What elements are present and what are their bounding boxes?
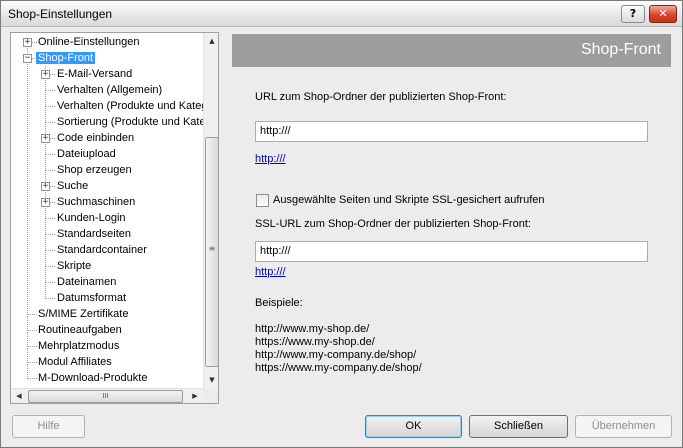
- tree-line: [45, 298, 55, 299]
- tree-item-skripte[interactable]: Skripte: [55, 258, 93, 274]
- expand-icon[interactable]: +: [41, 70, 50, 79]
- tree-line: [45, 154, 55, 155]
- tree-line: [45, 250, 55, 251]
- tree-item-standardseiten[interactable]: Standardseiten: [55, 226, 133, 242]
- title-bar: Shop-Einstellungen ? ✕: [1, 1, 682, 27]
- tree-item-smime-zertifikate[interactable]: S/MIME Zertifikate: [36, 306, 130, 322]
- close-title-button[interactable]: ✕: [649, 5, 677, 23]
- grip-icon: III: [102, 392, 109, 400]
- tree-item-email-versand[interactable]: E-Mail-Versand: [55, 66, 134, 82]
- tree-item-online-einstellungen[interactable]: Online-Einstellungen: [36, 34, 142, 50]
- tree-item-modul-affiliates[interactable]: Modul Affiliates: [36, 354, 114, 370]
- ssl-url-link[interactable]: http:///: [255, 266, 286, 278]
- tree-item-standardcontainer[interactable]: Standardcontainer: [55, 242, 149, 258]
- tree-item-suchmaschinen[interactable]: Suchmaschinen: [55, 194, 137, 210]
- scroll-thumb[interactable]: ≡: [205, 137, 218, 367]
- tree-content: + − + + + + Online-Einstellungen Shop-Fr…: [11, 33, 203, 388]
- tree-line: [45, 282, 55, 283]
- scroll-right-icon[interactable]: ▶: [187, 389, 203, 403]
- tree-horizontal-scrollbar[interactable]: ◀ III ▶: [11, 388, 203, 403]
- close-icon: ✕: [658, 7, 668, 20]
- tree-item-suche[interactable]: Suche: [55, 178, 90, 194]
- url-input[interactable]: http:///: [255, 121, 648, 142]
- window-title: Shop-Einstellungen: [8, 7, 113, 21]
- scroll-up-icon[interactable]: ▲: [204, 33, 218, 49]
- settings-tree[interactable]: + − + + + + Online-Einstellungen Shop-Fr…: [10, 32, 219, 404]
- dialog-window: Shop-Einstellungen ? ✕ + − + + + + Onlin…: [0, 0, 683, 448]
- expand-icon[interactable]: +: [41, 134, 50, 143]
- example-item: https://www.my-company.de/shop/: [255, 362, 422, 374]
- help-button[interactable]: Hilfe: [12, 415, 85, 438]
- ssl-checkbox[interactable]: [256, 194, 269, 207]
- scroll-down-icon[interactable]: ▼: [204, 372, 218, 388]
- url-link[interactable]: http:///: [255, 153, 286, 165]
- expand-icon[interactable]: +: [41, 182, 50, 191]
- examples-label: Beispiele:: [255, 297, 303, 309]
- grip-icon: ≡: [208, 244, 216, 253]
- tree-item-kunden-login[interactable]: Kunden-Login: [55, 210, 128, 226]
- collapse-icon[interactable]: −: [23, 54, 32, 63]
- example-item: https://www.my-shop.de/: [255, 336, 375, 348]
- tree-item-routineaufgaben[interactable]: Routineaufgaben: [36, 322, 124, 338]
- hscroll-thumb[interactable]: III: [28, 390, 183, 403]
- tree-item-shop-front[interactable]: Shop-Front: [36, 50, 96, 66]
- tree-item-verhalten-produkte[interactable]: Verhalten (Produkte und Kateg: [55, 98, 203, 114]
- tree-line: [45, 234, 55, 235]
- tree-item-dateiupload[interactable]: Dateiupload: [55, 146, 118, 162]
- tree-item-shop-erzeugen[interactable]: Shop erzeugen: [55, 162, 134, 178]
- panel-title: Shop-Front: [580, 41, 661, 58]
- tree-item-code-einbinden[interactable]: Code einbinden: [55, 130, 136, 146]
- tree-line: [45, 170, 55, 171]
- tree-line: [45, 122, 55, 123]
- close-button[interactable]: Schließen: [469, 415, 568, 438]
- url-label: URL zum Shop-Ordner der publizierten Sho…: [255, 91, 507, 103]
- ssl-url-input[interactable]: http:///: [255, 241, 648, 262]
- tree-vertical-scrollbar[interactable]: ▲ ≡ ▼: [203, 33, 218, 388]
- tree-item-verhalten-allgemein[interactable]: Verhalten (Allgemein): [55, 82, 164, 98]
- ssl-checkbox-label[interactable]: Ausgewählte Seiten und Skripte SSL-gesic…: [273, 194, 545, 206]
- example-item: http://www.my-shop.de/: [255, 323, 370, 335]
- scroll-left-icon[interactable]: ◀: [11, 389, 27, 403]
- example-item: http://www.my-company.de/shop/: [255, 349, 417, 361]
- scroll-corner: [203, 388, 218, 403]
- apply-button[interactable]: Übernehmen: [575, 415, 672, 438]
- tree-item-datumsformat[interactable]: Datumsformat: [55, 290, 128, 306]
- panel-header: Shop-Front: [232, 34, 671, 67]
- tree-item-mehrplatzmodus[interactable]: Mehrplatzmodus: [36, 338, 121, 354]
- tree-item-m-download-produkte[interactable]: M-Download-Produkte: [36, 370, 149, 386]
- tree-item-dateinamen[interactable]: Dateinamen: [55, 274, 118, 290]
- tree-line: [27, 41, 28, 379]
- tree-line: [45, 106, 55, 107]
- ok-button[interactable]: OK: [365, 415, 462, 438]
- help-title-button[interactable]: ?: [621, 5, 645, 23]
- tree-item-sortierung[interactable]: Sortierung (Produkte und Kateg: [55, 114, 203, 130]
- expand-icon[interactable]: +: [41, 198, 50, 207]
- tree-line: [45, 90, 55, 91]
- ssl-url-label: SSL-URL zum Shop-Ordner der publizierten…: [255, 218, 531, 230]
- expand-icon[interactable]: +: [23, 38, 32, 47]
- tree-line: [45, 218, 55, 219]
- tree-line: [45, 266, 55, 267]
- question-icon: ?: [629, 7, 637, 20]
